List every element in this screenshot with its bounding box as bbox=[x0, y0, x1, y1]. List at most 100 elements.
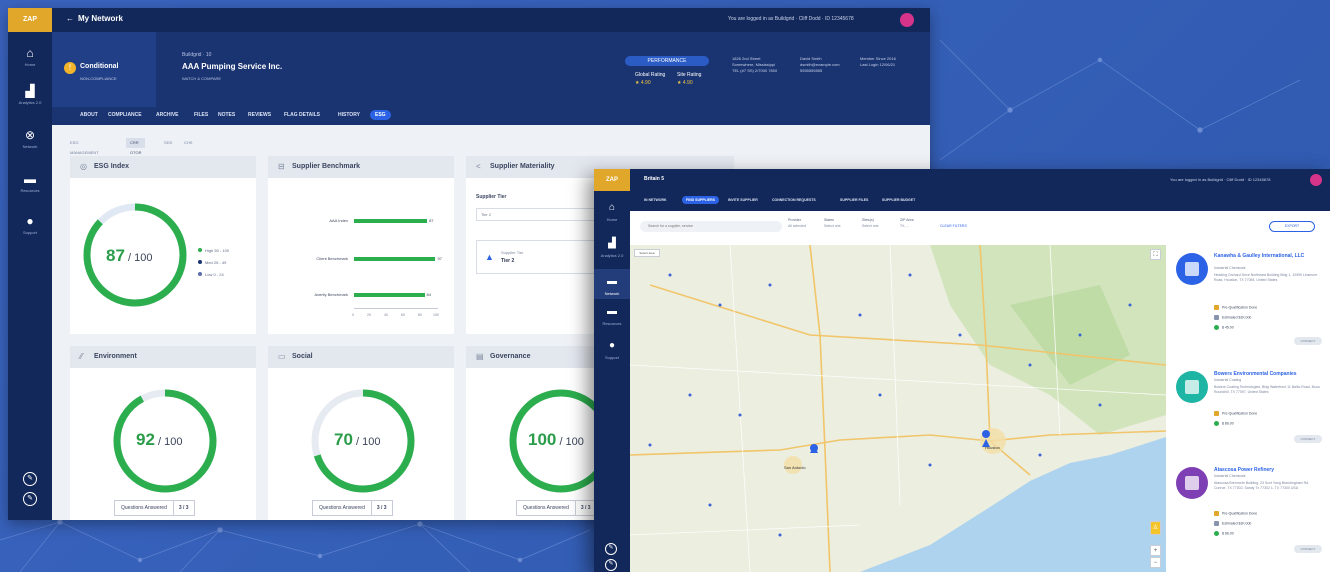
questions-answered-button[interactable]: Questions Answered 3 / 3 bbox=[516, 500, 597, 516]
sidebar-item-home[interactable]: ⌂ Home bbox=[594, 201, 630, 222]
benchmark-tick: 20 bbox=[367, 313, 371, 317]
export-button[interactable]: EXPORT bbox=[1269, 221, 1315, 232]
sidebar-label: Analytics 2.0 bbox=[600, 253, 624, 258]
compliance-status: ! Conditional NON-COMPLIANCE bbox=[52, 32, 156, 107]
supplier-map[interactable]: San Antonio Houston Select area ⛶ ♙ + − bbox=[630, 245, 1166, 572]
subtab-esg-management[interactable]: ESG MANAGEMENT bbox=[66, 138, 103, 155]
map-select-area-button[interactable]: Select area bbox=[634, 249, 660, 257]
supplier-tier-select[interactable]: Tier 2 bbox=[476, 208, 596, 221]
card-header: ◎ ESG Index bbox=[70, 156, 256, 178]
sidebar-item-network[interactable]: ▬ Network bbox=[594, 269, 630, 299]
supplier-category: Industrial Chemicals bbox=[1214, 266, 1246, 270]
zoom-in-button[interactable]: + bbox=[1150, 545, 1161, 556]
zoom-out-button[interactable]: − bbox=[1150, 557, 1161, 568]
score-denominator: / 100 bbox=[157, 436, 183, 448]
flag-text: Estimated $1K/Job bbox=[1222, 521, 1252, 526]
flag-text: Pre-Qualification Done bbox=[1222, 511, 1258, 516]
sidebar-label: Resources bbox=[20, 188, 40, 193]
watch-compare-link[interactable]: WATCH & COMPARE bbox=[182, 76, 221, 81]
user-avatar[interactable] bbox=[900, 13, 914, 27]
street-view-icon[interactable]: ♙ bbox=[1150, 521, 1161, 535]
subtab-chs[interactable]: CHS bbox=[180, 138, 196, 148]
tab-supplier-files[interactable]: SUPPLIER FILES bbox=[840, 198, 868, 202]
app-logo[interactable]: ZAP bbox=[594, 169, 630, 191]
sidebar-item-resources[interactable]: ▬ Resources bbox=[594, 305, 630, 326]
tab-files[interactable]: FILES bbox=[194, 112, 208, 118]
tab-reviews[interactable]: REVIEWS bbox=[248, 112, 271, 118]
subtab-crr[interactable]: CRR OTOR bbox=[126, 138, 146, 155]
sidebar-item-home[interactable]: ⌂ Home bbox=[8, 46, 52, 67]
legend-high: High 50 - 100 bbox=[198, 248, 229, 253]
supplier-list: Kanawha & Gaulley International, LLC Ind… bbox=[1166, 245, 1330, 572]
tab-compliance[interactable]: COMPLIANCE bbox=[108, 112, 142, 118]
supplier-address: Bowers Coating Technologies, Bldg Waterf… bbox=[1214, 385, 1320, 394]
supplier-name[interactable]: Atascosa Power Refinery bbox=[1214, 467, 1322, 473]
tab-connection-requests[interactable]: CONNECTION REQUESTS bbox=[772, 198, 816, 202]
sidebar-item-analytics[interactable]: ▟ Analytics 2.0 bbox=[594, 237, 630, 258]
esg-index-card: ◎ ESG Index 87 / 100 High 50 - 100 Med 2… bbox=[70, 156, 256, 334]
filter-label: Provider bbox=[788, 218, 802, 222]
tab-flag-details[interactable]: FLAG DETAILS bbox=[284, 112, 320, 118]
tab-archive[interactable]: ARCHIVE bbox=[156, 112, 179, 118]
sidebar-item-support[interactable]: ● Support bbox=[594, 339, 630, 360]
clear-filters-button[interactable]: CLEAR FILTERS bbox=[940, 224, 967, 228]
benchmark-tick: 100 bbox=[433, 313, 439, 317]
questions-answered-button[interactable]: Questions Answered 3 / 3 bbox=[114, 500, 195, 516]
building-icon bbox=[1185, 476, 1199, 490]
tab-find-suppliers[interactable]: FIND SUPPLIERS bbox=[682, 196, 719, 204]
provider-select[interactable]: Provider All selected bbox=[788, 218, 806, 228]
rate-flag: $ 86.00 bbox=[1214, 421, 1234, 426]
tab-history[interactable]: HISTORY bbox=[338, 112, 360, 118]
states-select[interactable]: States Select one bbox=[824, 218, 841, 228]
map-city-label: San Antonio bbox=[784, 465, 806, 470]
sites-select[interactable]: Sites(s) Select one bbox=[862, 218, 879, 228]
questions-answered-button[interactable]: Questions Answered 3 / 3 bbox=[312, 500, 393, 516]
legend-label: Low 0 - 24 bbox=[205, 272, 224, 277]
sidebar-item-analytics[interactable]: ▟ Analytics 2.0 bbox=[8, 84, 52, 105]
questions-count: 3 / 3 bbox=[178, 505, 189, 511]
tab-in-network[interactable]: IN NETWORK bbox=[644, 198, 667, 202]
zip-area-select[interactable]: ZIP Area TX, ... bbox=[900, 218, 914, 228]
find-suppliers-window: ZAP Britain 5 You are logged in as Build… bbox=[594, 169, 1330, 572]
sidebar-item-network[interactable]: ⊗ Network bbox=[8, 128, 52, 149]
sidebar-label: Analytics 2.0 bbox=[18, 100, 42, 105]
home-icon: ⌂ bbox=[26, 46, 34, 60]
global-rating-value: ★ 4.90 bbox=[635, 80, 651, 86]
supplier-name[interactable]: Kanawha & Gaulley International, LLC bbox=[1214, 253, 1322, 259]
user-avatar[interactable] bbox=[1310, 174, 1322, 186]
edit-icon[interactable]: ✎ bbox=[605, 559, 617, 571]
settings-icon[interactable]: ✎ bbox=[23, 472, 37, 486]
settings-icon[interactable]: ✎ bbox=[605, 543, 617, 555]
subtab-sds[interactable]: SDS bbox=[160, 138, 176, 148]
prequal-flag: Pre-Qualification Done bbox=[1214, 511, 1257, 516]
tab-esg[interactable]: ESG bbox=[370, 110, 391, 120]
tab-invite-supplier[interactable]: INVITE SUPPLIER bbox=[728, 198, 758, 202]
network-icon: ⊗ bbox=[24, 128, 36, 142]
fullscreen-icon[interactable]: ⛶ bbox=[1150, 249, 1161, 260]
supplier-name[interactable]: Bowers Environmental Companies bbox=[1214, 371, 1322, 377]
building-icon bbox=[1185, 380, 1199, 394]
prequal-flag: Pre-Qualification Done bbox=[1214, 305, 1257, 310]
filter-value: TX, ... bbox=[900, 224, 910, 228]
filter-label: Sites(s) bbox=[862, 218, 874, 222]
app-logo[interactable]: ZAP bbox=[8, 8, 52, 32]
filter-value: All selected bbox=[788, 224, 806, 228]
questions-label: Questions Answered bbox=[517, 501, 576, 515]
sidebar-item-resources[interactable]: ▬ Resources bbox=[8, 172, 52, 193]
questions-label: Questions Answered bbox=[313, 501, 372, 515]
sidebar-item-support[interactable]: ● Support bbox=[8, 214, 52, 235]
tab-notes[interactable]: NOTES bbox=[218, 112, 235, 118]
connect-button[interactable]: CONNECT bbox=[1294, 545, 1322, 553]
tab-supplier-budget[interactable]: SUPPLIER BUDGET bbox=[882, 198, 915, 202]
connect-button[interactable]: CONNECT bbox=[1294, 435, 1322, 443]
global-rating-label: Global Rating bbox=[635, 72, 666, 78]
card-header: ⁄⁄ Environment bbox=[70, 346, 256, 368]
top-bar: ZAP Britain 5 You are logged in as Build… bbox=[594, 169, 1330, 191]
connect-button[interactable]: CONNECT bbox=[1294, 337, 1322, 345]
search-input[interactable] bbox=[640, 221, 782, 232]
back-link[interactable]: ← My Network bbox=[66, 14, 123, 23]
supplier-name: AAA Pumping Service Inc. bbox=[182, 62, 283, 71]
tab-about[interactable]: ABOUT bbox=[80, 112, 98, 118]
edit-icon[interactable]: ✎ bbox=[23, 492, 37, 506]
legend-label: High 50 - 100 bbox=[205, 248, 230, 253]
